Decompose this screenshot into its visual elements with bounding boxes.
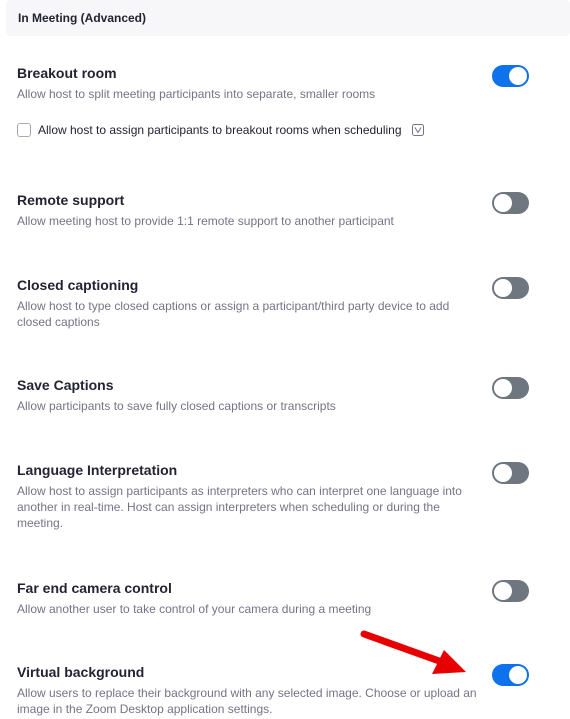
info-icon[interactable]: [411, 124, 424, 136]
setting-title: Closed captioning: [17, 277, 139, 293]
setting-remote-support: Remote support Allow meeting host to pro…: [17, 191, 487, 229]
setting-description: Allow participants to save fully closed …: [17, 399, 336, 413]
setting-description: Allow users to replace their background …: [17, 686, 477, 716]
toggle-knob: [494, 194, 512, 212]
setting-description: Allow another user to take control of yo…: [17, 602, 372, 616]
toggle-knob: [509, 666, 527, 684]
remote-support-toggle[interactable]: [492, 192, 529, 214]
setting-title: Far end camera control: [17, 580, 172, 596]
setting-title: Save Captions: [17, 377, 114, 393]
toggle-knob: [494, 379, 512, 397]
setting-closed-captioning: Closed captioning Allow host to type clo…: [17, 276, 487, 330]
red-arrow-icon: [360, 630, 466, 674]
breakout-schedule-checkbox[interactable]: [17, 123, 31, 137]
breakout-schedule-label: Allow host to assign participants to bre…: [38, 123, 402, 137]
save-captions-toggle[interactable]: [492, 377, 529, 399]
far-end-camera-control-toggle[interactable]: [492, 580, 529, 602]
toggle-knob: [509, 67, 527, 85]
language-interpretation-toggle[interactable]: [492, 462, 529, 484]
setting-title: Breakout room: [17, 65, 117, 81]
setting-breakout-room: Breakout room Allow host to split meetin…: [17, 64, 487, 102]
section-header: In Meeting (Advanced): [6, 0, 570, 36]
setting-save-captions: Save Captions Allow participants to save…: [17, 376, 487, 414]
setting-language-interpretation: Language Interpretation Allow host to as…: [17, 461, 487, 531]
setting-description: Allow host to split meeting participants…: [17, 87, 376, 101]
setting-title: Language Interpretation: [17, 462, 178, 478]
breakout-schedule-option: Allow host to assign participants to bre…: [17, 121, 424, 139]
toggle-knob: [494, 279, 512, 297]
toggle-knob: [494, 582, 512, 600]
setting-far-end-camera-control: Far end camera control Allow another use…: [17, 579, 487, 617]
setting-description: Allow host to assign participants as int…: [17, 484, 462, 530]
section-title: In Meeting (Advanced): [18, 11, 147, 25]
closed-captioning-toggle[interactable]: [492, 277, 529, 299]
breakout-room-toggle[interactable]: [492, 65, 529, 87]
setting-title: Remote support: [17, 192, 125, 208]
setting-description: Allow host to type closed captions or as…: [17, 299, 450, 329]
virtual-background-toggle[interactable]: [492, 664, 529, 686]
toggle-knob: [494, 464, 512, 482]
setting-description: Allow meeting host to provide 1:1 remote…: [17, 214, 394, 228]
